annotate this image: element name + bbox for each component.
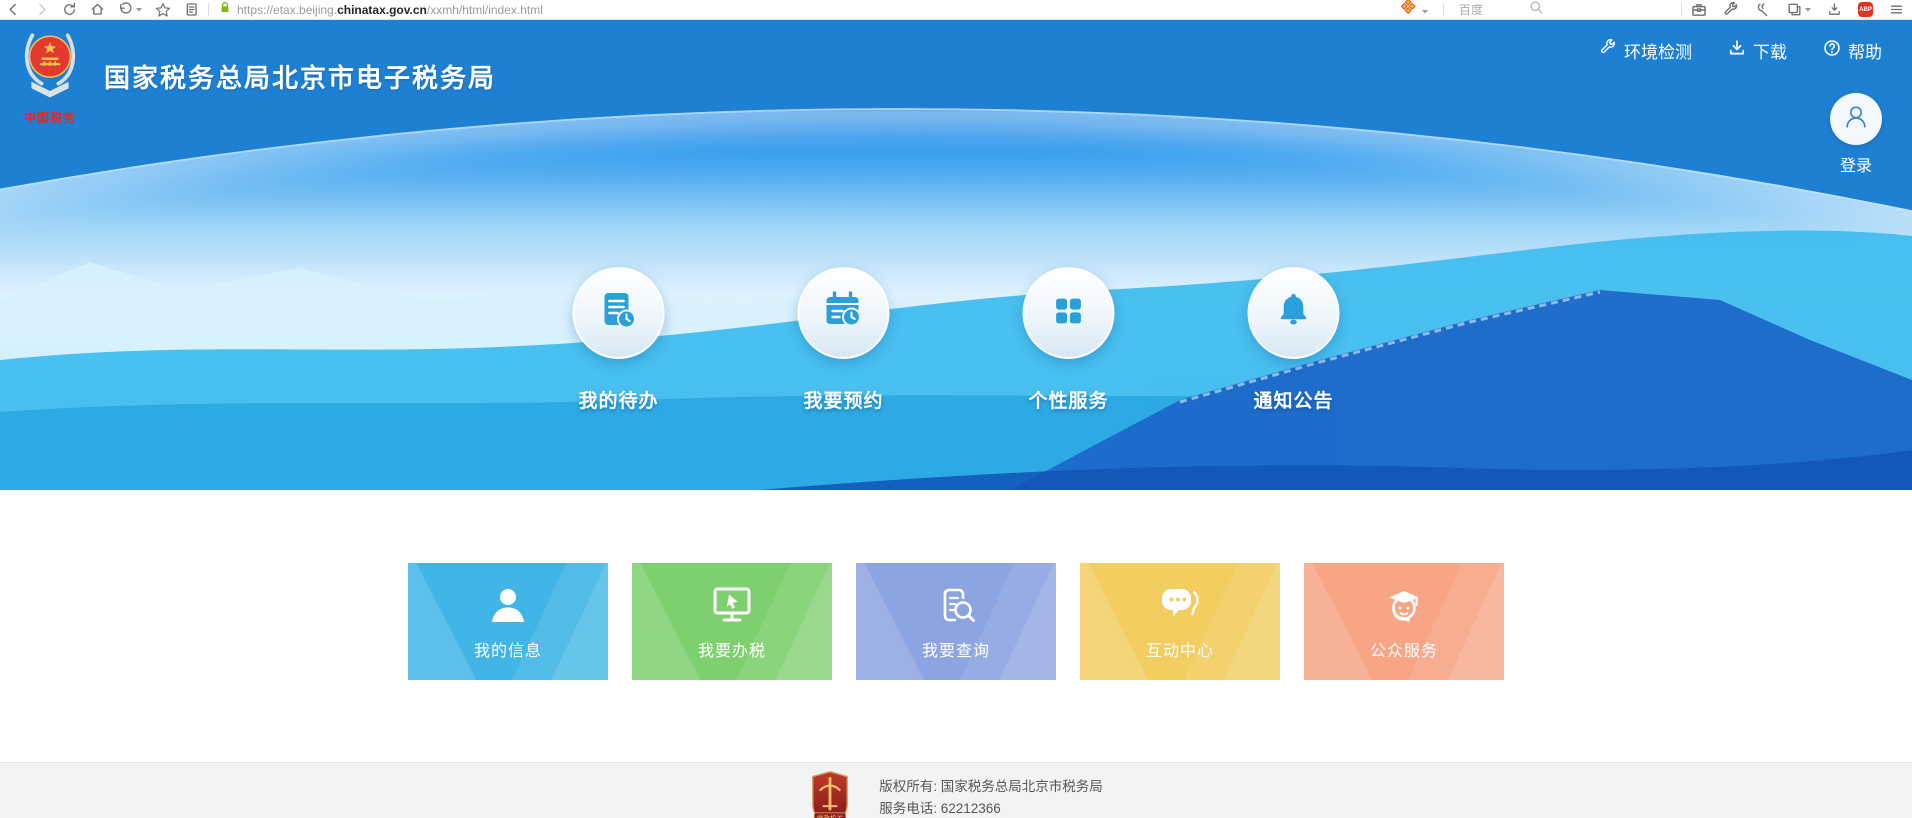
help-label: 帮助: [1848, 38, 1882, 63]
footer: 党政机关 版权所有: 国家税务总局北京市税务局 服务电话: 62212366: [0, 762, 1912, 818]
caret-down-icon[interactable]: [1422, 1, 1428, 19]
quick-action-my-todo[interactable]: 我的待办: [572, 267, 666, 413]
app-logo[interactable]: 中国税务: [16, 26, 84, 126]
url-path: /xxmh/html/index.html: [427, 3, 543, 17]
monitor-cursor-icon: [709, 582, 755, 628]
forward-icon[interactable]: [34, 2, 49, 17]
env-check-label: 环境检测: [1624, 38, 1692, 63]
avatar-icon: [1839, 100, 1873, 139]
todo-document-clock-icon: [596, 289, 642, 338]
home-icon[interactable]: [90, 2, 105, 17]
env-check-link[interactable]: 环境检测: [1599, 38, 1692, 63]
quick-action-appointment[interactable]: 我要预约: [797, 267, 891, 413]
quick-action-label: 我的待办: [572, 386, 666, 413]
quick-action-label: 个性服务: [1022, 386, 1116, 413]
nav-card-do-tax[interactable]: 我要办税: [632, 563, 832, 680]
url-bar[interactable]: https://etax.beijing.chinatax.gov.cn/xxm…: [237, 3, 543, 17]
nav-cards-row: 我的信息 我要办税 我要查询 互动中心 公众服务: [408, 490, 1504, 680]
url-prefix: https://etax.beijing.: [237, 3, 337, 17]
help-icon: [1823, 39, 1841, 62]
nav-card-label: 公众服务: [1370, 637, 1438, 661]
quick-tools-icon[interactable]: [1755, 2, 1771, 18]
browser-toolbar: https://etax.beijing.chinatax.gov.cn/xxm…: [0, 0, 1912, 20]
main-section: 我的信息 我要办税 我要查询 互动中心 公众服务: [0, 490, 1912, 762]
quick-action-label: 通知公告: [1247, 386, 1341, 413]
user-icon: [485, 582, 531, 628]
page-title: 国家税务总局北京市电子税务局: [104, 58, 496, 95]
window-switch-icon[interactable]: [1787, 2, 1811, 17]
caret-down-icon: [136, 8, 142, 12]
hero-banner: 中国税务 国家税务总局北京市电子税务局 环境检测 下载 帮助 登录 我的待办: [0, 20, 1912, 490]
nav-card-my-info[interactable]: 我的信息: [408, 563, 608, 680]
nav-card-interaction[interactable]: 互动中心: [1080, 563, 1280, 680]
downloads-icon[interactable]: [1827, 2, 1842, 17]
nav-card-label: 我的信息: [474, 637, 542, 661]
nav-card-label: 我要办税: [698, 637, 766, 661]
footer-badge-icon: 党政机关: [809, 770, 851, 818]
search-icon[interactable]: [1529, 0, 1544, 20]
bell-notice-icon: [1273, 290, 1315, 337]
adblock-badge[interactable]: ABP: [1858, 2, 1873, 17]
divider: [1443, 3, 1444, 16]
url-domain: chinatax.gov.cn: [337, 3, 427, 17]
service-phone-text: 服务电话: 62212366: [879, 798, 1103, 818]
divider: [208, 3, 209, 16]
nav-card-public-service[interactable]: 公众服务: [1304, 563, 1504, 680]
wrench-tool-icon[interactable]: [1723, 2, 1739, 18]
wrench-icon: [1599, 39, 1617, 62]
refresh-icon[interactable]: [62, 2, 77, 17]
download-link[interactable]: 下载: [1728, 38, 1787, 63]
reading-list-icon[interactable]: [184, 2, 199, 17]
back-icon[interactable]: [6, 2, 21, 17]
quick-action-label: 我要预约: [797, 386, 891, 413]
help-link[interactable]: 帮助: [1823, 38, 1882, 63]
nav-card-label: 我要查询: [922, 637, 990, 661]
calendar-appointment-icon: [821, 289, 867, 338]
quick-actions-row: 我的待办 我要预约 个性服务 通知公告: [572, 267, 1341, 413]
toolbox-icon[interactable]: [1691, 2, 1707, 18]
search-engine-icon[interactable]: [1400, 0, 1416, 20]
menu-icon[interactable]: [1889, 2, 1904, 17]
download-label: 下载: [1753, 38, 1787, 63]
divider: [1681, 3, 1682, 16]
search-input[interactable]: [1459, 3, 1523, 17]
download-icon: [1728, 39, 1746, 62]
quick-action-notices[interactable]: 通知公告: [1247, 267, 1341, 413]
nav-card-inquiry[interactable]: 我要查询: [856, 563, 1056, 680]
lock-icon: [218, 0, 232, 20]
nav-card-label: 互动中心: [1146, 637, 1214, 661]
logo-caption: 中国税务: [16, 109, 84, 126]
bookmark-star-icon[interactable]: [155, 2, 171, 18]
grid-services-icon: [1048, 290, 1090, 337]
tax-emblem-icon: [19, 26, 81, 104]
chat-bubble-icon: [1157, 582, 1203, 628]
caret-down-icon: [1805, 8, 1811, 12]
copyright-text: 版权所有: 国家税务总局北京市税务局: [879, 776, 1103, 798]
quick-action-personal-services[interactable]: 个性服务: [1022, 267, 1116, 413]
login-label: 登录: [1827, 152, 1885, 176]
login-button[interactable]: 登录: [1827, 93, 1885, 176]
document-search-icon: [933, 582, 979, 628]
graduate-headset-icon: [1381, 582, 1427, 628]
header-links: 环境检测 下载 帮助: [1599, 38, 1882, 63]
history-undo-icon[interactable]: [118, 2, 142, 17]
